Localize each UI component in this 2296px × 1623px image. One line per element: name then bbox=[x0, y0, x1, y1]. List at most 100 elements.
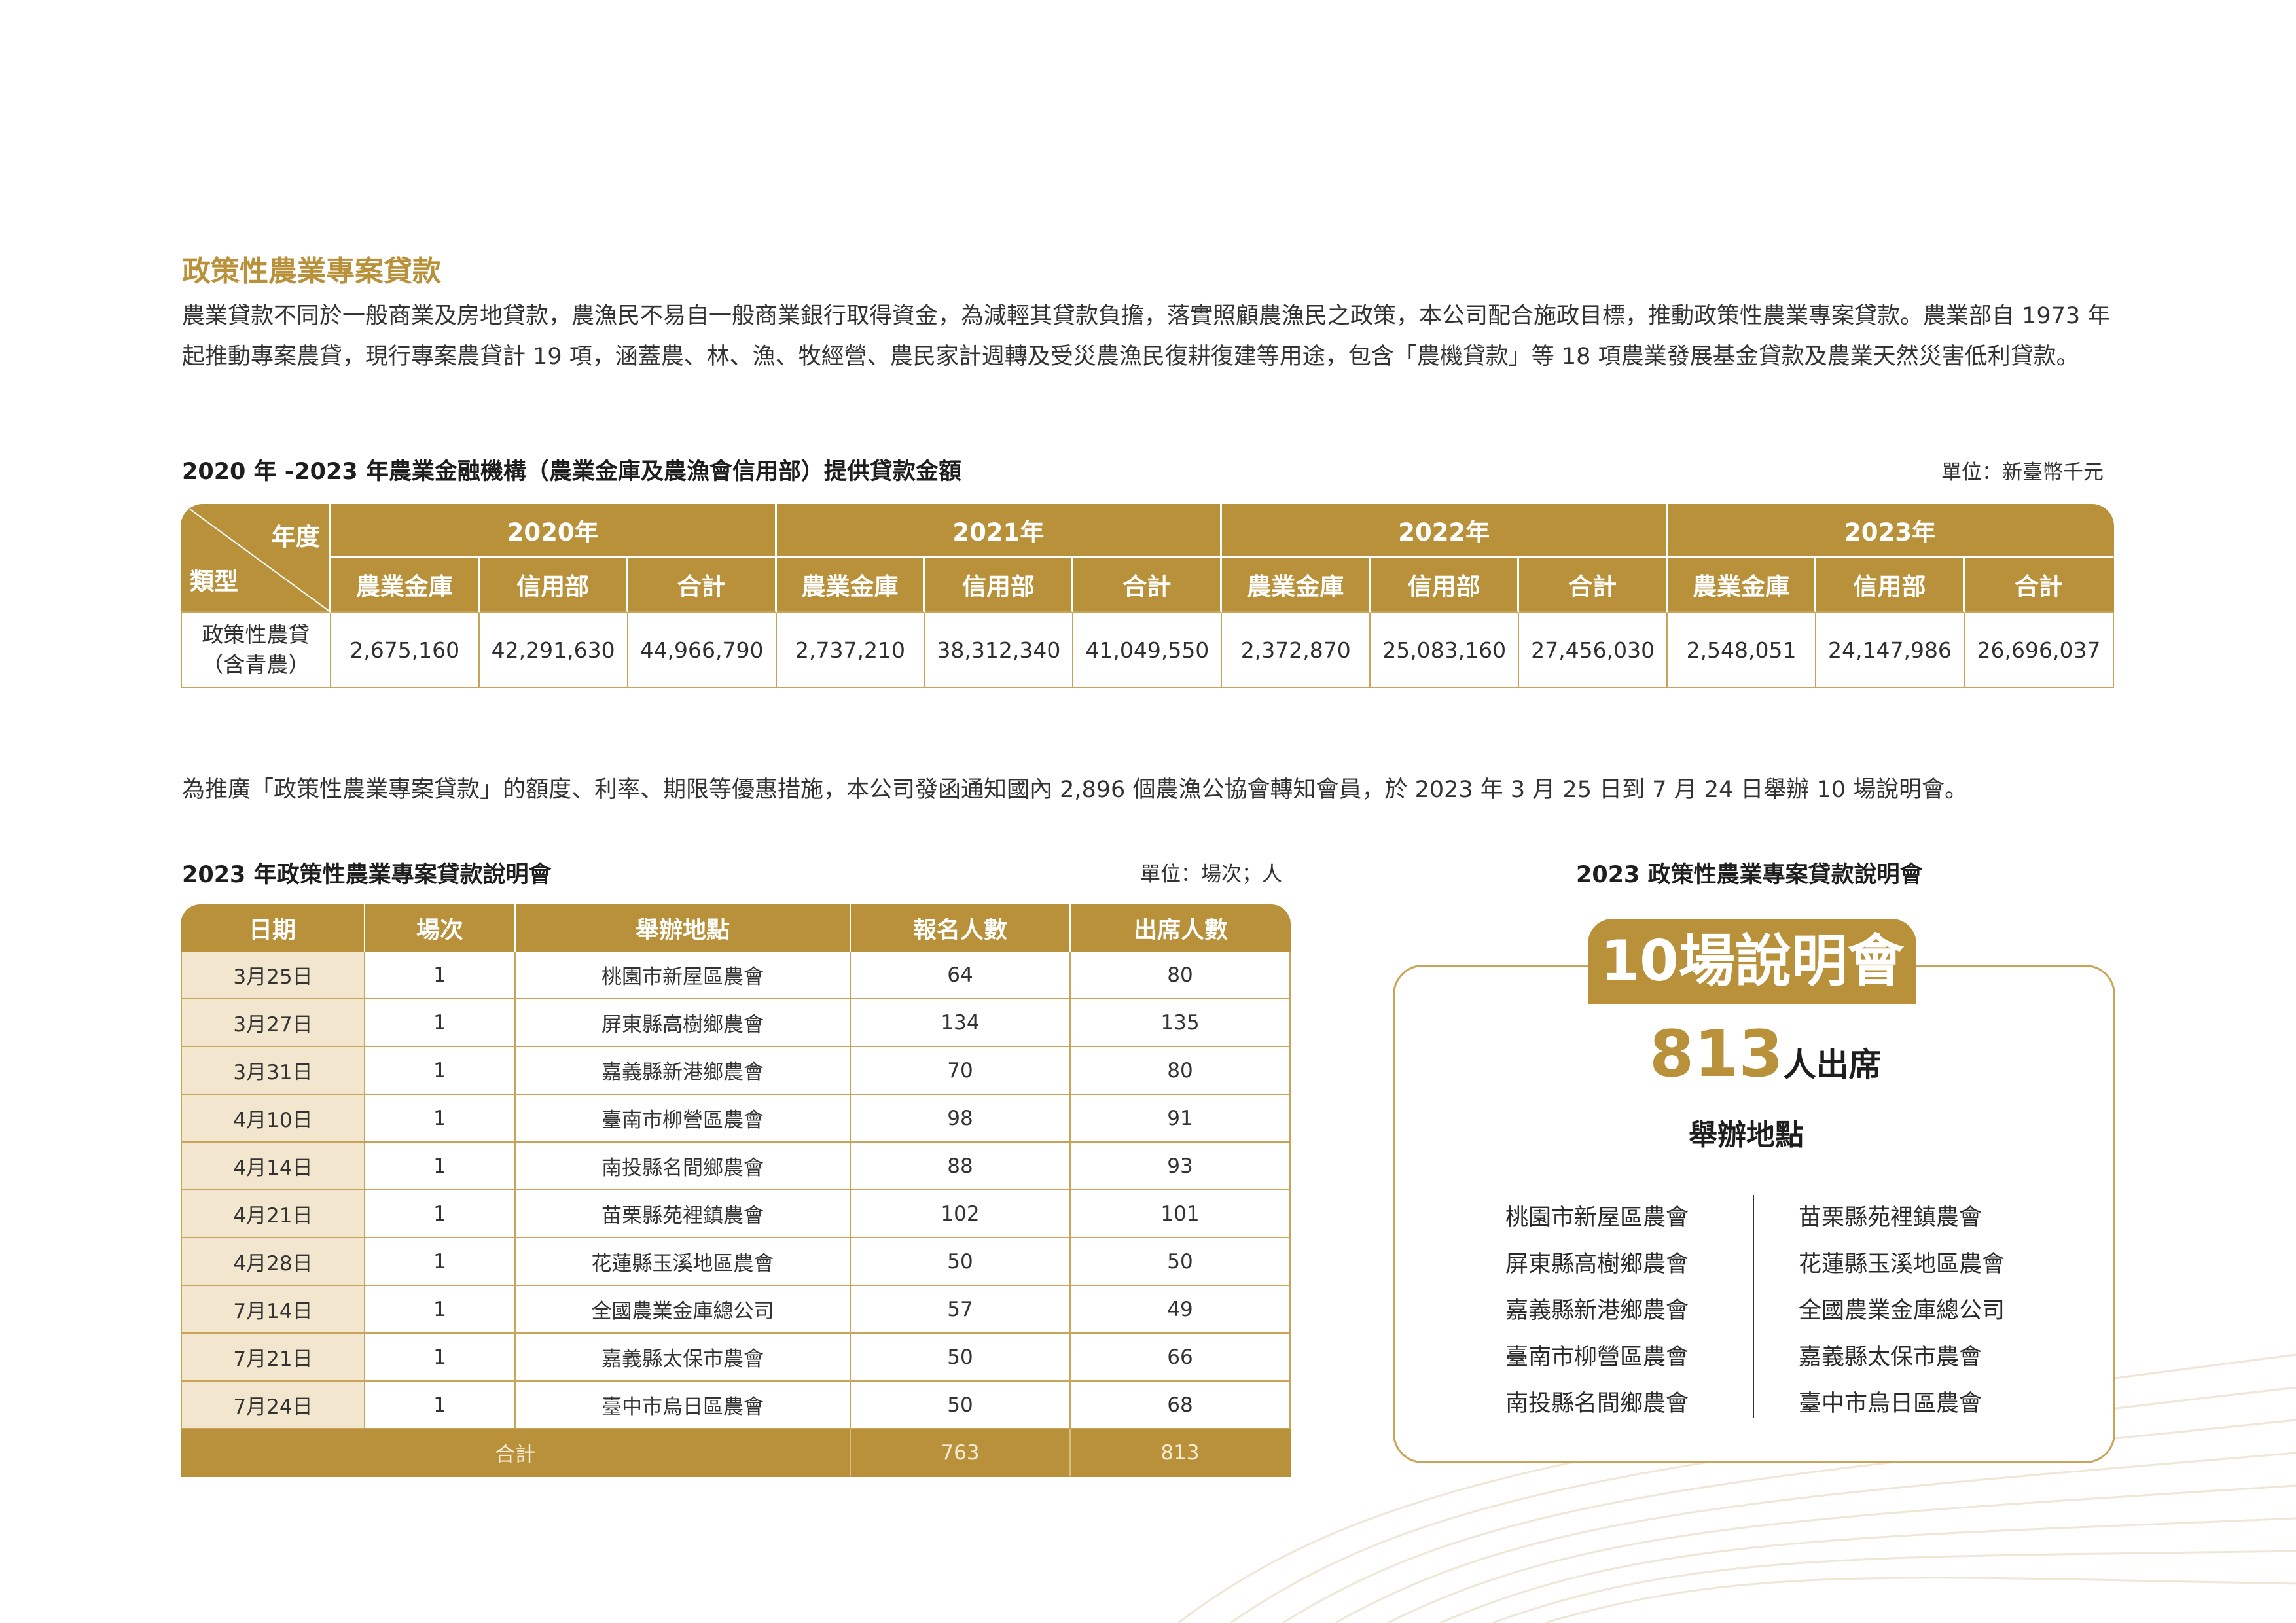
venue-column-divider bbox=[1753, 1195, 1754, 1418]
venues-left-column: 桃園市新屋區農會 屏東縣高樹鄉農會 嘉義縣新港鄉農會 臺南市柳營區農會 南投縣名間鄉農會 bbox=[1505, 1195, 1689, 1427]
attended-cell: 80 bbox=[1071, 1047, 1291, 1095]
date-cell: 4月10日 bbox=[181, 1095, 365, 1143]
sessions-cell: 1 bbox=[365, 1095, 516, 1143]
row-label-line2: （含青農） bbox=[202, 652, 310, 677]
venues-heading: 舉辦地點 bbox=[1689, 1118, 1804, 1152]
sub-header-bank: 農業金庫 bbox=[1668, 558, 1816, 613]
table-row: 4月28日 1 花蓮縣玉溪地區農會 50 50 bbox=[181, 1238, 1291, 1286]
date-cell: 7月21日 bbox=[181, 1334, 365, 1382]
promo-paragraph: 為推廣「政策性農業專案貸款」的額度、利率、期限等優惠措施，本公司發函通知國內 2… bbox=[182, 777, 1968, 803]
attendance-summary: 813人出席 bbox=[1649, 1017, 1882, 1092]
registered-cell: 134 bbox=[851, 999, 1071, 1047]
attended-cell: 66 bbox=[1071, 1334, 1291, 1382]
value-cell: 2,372,870 bbox=[1222, 613, 1371, 688]
attendance-number: 813 bbox=[1649, 1017, 1784, 1092]
registered-cell: 64 bbox=[851, 952, 1071, 999]
venue-cell: 臺南市柳營區農會 bbox=[516, 1095, 851, 1143]
venue-item: 嘉義縣新港鄉農會 bbox=[1505, 1298, 1689, 1324]
attended-cell: 49 bbox=[1071, 1286, 1291, 1334]
table-row: 4月21日 1 苗栗縣苑裡鎮農會 102 101 bbox=[181, 1190, 1291, 1238]
venue-cell: 屏東縣高樹鄉農會 bbox=[516, 999, 851, 1047]
section-title: 政策性農業專案貸款 bbox=[182, 255, 441, 288]
sub-header-bank: 農業金庫 bbox=[331, 558, 480, 613]
table-row: 4月10日 1 臺南市柳營區農會 98 91 bbox=[181, 1095, 1291, 1143]
venue-item: 桃園市新屋區農會 bbox=[1505, 1205, 1689, 1231]
venue-item: 南投縣名間鄉農會 bbox=[1505, 1391, 1689, 1417]
header-attended: 出席人數 bbox=[1071, 904, 1291, 952]
year-header-2021: 2021年 bbox=[776, 504, 1223, 558]
header-date: 日期 bbox=[181, 904, 365, 952]
sub-header-bank: 農業金庫 bbox=[1222, 558, 1371, 613]
venue-cell: 桃園市新屋區農會 bbox=[516, 952, 851, 999]
corner-year-label: 年度 bbox=[271, 523, 320, 551]
value-cell: 2,675,160 bbox=[331, 613, 480, 688]
intro-paragraph: 農業貸款不同於一般商業及房地貸款，農漁民不易自一般商業銀行取得資金，為減輕其貸款… bbox=[182, 303, 2111, 370]
row-label: 政策性農貸 （含青農） bbox=[181, 613, 331, 688]
venue-item: 臺中市烏日區農會 bbox=[1799, 1391, 1982, 1417]
registered-cell: 50 bbox=[851, 1334, 1071, 1382]
loan-amount-table: 年度 類型 2020年 2021年 2022年 2023年 農業金庫 信用部 合… bbox=[181, 504, 2114, 688]
sessions-cell: 1 bbox=[365, 1190, 516, 1238]
date-cell: 7月14日 bbox=[181, 1286, 365, 1334]
registered-cell: 88 bbox=[851, 1143, 1071, 1190]
corner-type-label: 類型 bbox=[190, 567, 238, 596]
value-cell: 2,548,051 bbox=[1668, 613, 1816, 688]
date-cell: 3月25日 bbox=[181, 952, 365, 999]
value-cell: 26,696,037 bbox=[1964, 613, 2114, 688]
table-corner-header: 年度 類型 bbox=[181, 504, 331, 613]
venue-cell: 嘉義縣太保市農會 bbox=[516, 1334, 851, 1382]
sessions-cell: 1 bbox=[365, 1143, 516, 1190]
attended-cell: 80 bbox=[1071, 952, 1291, 999]
table-row: 7月21日 1 嘉義縣太保市農會 50 66 bbox=[181, 1334, 1291, 1382]
table-row: 4月14日 1 南投縣名間鄉農會 88 93 bbox=[181, 1143, 1291, 1190]
seminar-table: 日期 場次 舉辦地點 報名人數 出席人數 3月25日 1 桃園市新屋區農會 64 80 3… bbox=[181, 904, 1291, 1477]
sessions-cell: 1 bbox=[365, 1238, 516, 1286]
header-sessions: 場次 bbox=[365, 904, 516, 952]
attended-cell: 93 bbox=[1071, 1143, 1291, 1190]
attended-cell: 91 bbox=[1071, 1095, 1291, 1143]
venue-cell: 苗栗縣苑裡鎮農會 bbox=[516, 1190, 851, 1238]
registered-cell: 50 bbox=[851, 1238, 1071, 1286]
sub-header-credit: 信用部 bbox=[925, 558, 1074, 613]
venue-cell: 花蓮縣玉溪地區農會 bbox=[516, 1238, 851, 1286]
value-cell: 42,291,630 bbox=[479, 613, 628, 688]
value-cell: 24,147,986 bbox=[1816, 613, 1965, 688]
row-label-line1: 政策性農貸 bbox=[202, 622, 310, 647]
value-cell: 2,737,210 bbox=[776, 613, 925, 688]
table-row: 3月31日 1 嘉義縣新港鄉農會 70 80 bbox=[181, 1047, 1291, 1095]
date-cell: 4月21日 bbox=[181, 1190, 365, 1238]
table-row: 7月14日 1 全國農業金庫總公司 57 49 bbox=[181, 1286, 1291, 1334]
sub-header-credit: 信用部 bbox=[479, 558, 628, 613]
registered-cell: 102 bbox=[851, 1190, 1071, 1238]
table-row: 政策性農貸 （含青農） 2,675,160 42,291,630 44,966,… bbox=[181, 613, 2114, 688]
attended-cell: 135 bbox=[1071, 999, 1291, 1047]
sub-header-credit: 信用部 bbox=[1816, 558, 1965, 613]
value-cell: 27,456,030 bbox=[1519, 613, 1668, 688]
sessions-cell: 1 bbox=[365, 952, 516, 999]
registered-cell: 98 bbox=[851, 1095, 1071, 1143]
attended-cell: 50 bbox=[1071, 1238, 1291, 1286]
loan-table-unit: 單位：新臺幣千元 bbox=[1941, 461, 2104, 484]
sessions-cell: 1 bbox=[365, 999, 516, 1047]
sub-header-total: 合計 bbox=[1519, 558, 1668, 613]
date-cell: 4月14日 bbox=[181, 1143, 365, 1190]
total-attended: 813 bbox=[1071, 1429, 1291, 1477]
header-registered: 報名人數 bbox=[851, 904, 1071, 952]
table-row: 7月24日 1 臺中市烏日區農會 50 68 bbox=[181, 1382, 1291, 1429]
value-cell: 41,049,550 bbox=[1073, 613, 1223, 688]
total-registered: 763 bbox=[851, 1429, 1071, 1477]
venue-item: 全國農業金庫總公司 bbox=[1799, 1298, 2005, 1324]
loan-table-title: 2020 年 -2023 年農業金融機構（農業金庫及農漁會信用部）提供貸款金額 bbox=[182, 459, 961, 485]
attended-cell: 101 bbox=[1071, 1190, 1291, 1238]
sub-header-total: 合計 bbox=[1073, 558, 1223, 613]
attendance-suffix: 人出席 bbox=[1783, 1046, 1882, 1084]
date-cell: 3月31日 bbox=[181, 1047, 365, 1095]
sessions-cell: 1 bbox=[365, 1047, 516, 1095]
value-cell: 25,083,160 bbox=[1371, 613, 1520, 688]
value-cell: 38,312,340 bbox=[925, 613, 1074, 688]
date-cell: 7月24日 bbox=[181, 1382, 365, 1429]
date-cell: 3月27日 bbox=[181, 999, 365, 1047]
registered-cell: 70 bbox=[851, 1047, 1071, 1095]
sub-header-total: 合計 bbox=[628, 558, 777, 613]
sessions-cell: 1 bbox=[365, 1334, 516, 1382]
